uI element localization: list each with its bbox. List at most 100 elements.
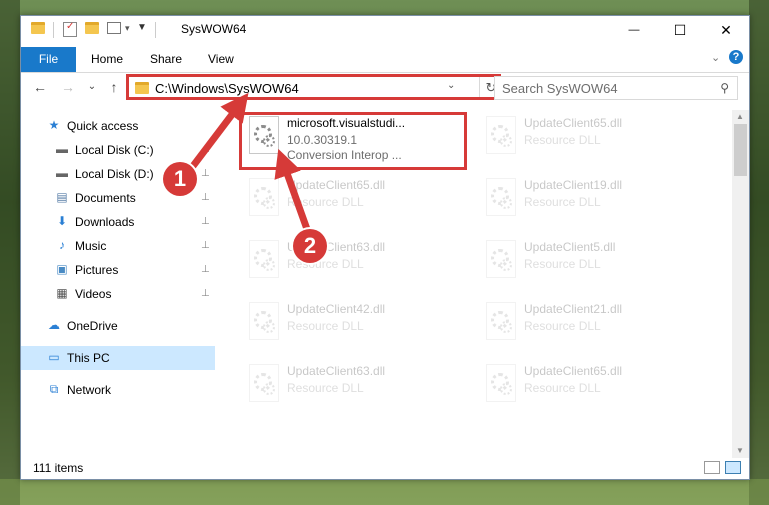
file-name: UpdateClient65.dll bbox=[287, 178, 386, 192]
sidebar-item-videos[interactable]: ▦ Videos ⊥ bbox=[21, 282, 215, 306]
help-icon[interactable]: ? bbox=[729, 50, 743, 64]
sidebar-item-downloads[interactable]: ⬇ Downloads ⊥ bbox=[21, 210, 215, 234]
divider bbox=[53, 22, 54, 38]
file-type: Resource DLL bbox=[287, 195, 364, 209]
properties-icon[interactable]: ✓ bbox=[63, 21, 77, 37]
music-icon: ♪ bbox=[59, 238, 65, 252]
divider bbox=[155, 22, 156, 38]
address-bar[interactable]: C:\Windows\SysWOW64 ⌄ bbox=[128, 76, 480, 100]
sidebar-item-music[interactable]: ♪ Music ⊥ bbox=[21, 234, 215, 258]
tab-home[interactable]: Home bbox=[91, 47, 123, 72]
file-name: UpdateClient63.dll bbox=[287, 364, 386, 378]
file-version: 10.0.30319.1 bbox=[287, 133, 358, 147]
file-tile[interactable]: UpdateClient63.dll Resource DLL bbox=[239, 360, 469, 416]
sidebar-item-network[interactable]: ⧉ Network bbox=[21, 378, 215, 402]
search-icon[interactable]: ⚲ bbox=[720, 81, 729, 95]
file-tile[interactable]: UpdateClient65.dll Resource DLL bbox=[476, 112, 706, 168]
file-tile-highlighted[interactable]: microsoft.visualstudi... 10.0.30319.1 Co… bbox=[239, 112, 469, 168]
scroll-up-icon[interactable]: ▲ bbox=[736, 112, 744, 121]
recent-locations-button[interactable]: ⌄ bbox=[83, 78, 101, 96]
sidebar-item-label: Videos bbox=[75, 287, 112, 301]
pin-icon: ⊥ bbox=[201, 168, 210, 179]
sidebar-item-label: Quick access bbox=[67, 119, 139, 133]
ribbon: File Home Share View ⌄ ? bbox=[21, 44, 749, 73]
callout-step-2: 2 bbox=[293, 229, 327, 263]
scroll-thumb[interactable] bbox=[734, 124, 747, 176]
sidebar-item-this-pc[interactable]: ▭ This PC bbox=[21, 346, 215, 370]
file-name: UpdateClient21.dll bbox=[524, 302, 623, 316]
file-type: Resource DLL bbox=[524, 195, 601, 209]
file-type: Resource DLL bbox=[524, 319, 601, 333]
close-button[interactable]: ✕ bbox=[703, 16, 749, 44]
customize-icon[interactable] bbox=[107, 22, 121, 34]
scroll-down-icon[interactable]: ▼ bbox=[736, 446, 744, 455]
minimize-button[interactable]: — bbox=[611, 16, 657, 44]
search-placeholder[interactable]: Search SysWOW64 bbox=[502, 81, 618, 96]
pin-icon: ⊥ bbox=[201, 264, 210, 275]
file-tile[interactable]: UpdateClient65.dll Resource DLL bbox=[239, 174, 469, 230]
dll-file-icon bbox=[486, 116, 516, 154]
sidebar-item-label: Local Disk (C:) bbox=[75, 143, 154, 157]
dll-file-icon bbox=[249, 302, 279, 340]
file-tile[interactable]: UpdateClient65.dll Resource DLL bbox=[476, 360, 706, 416]
file-tile[interactable]: UpdateClient42.dll Resource DLL bbox=[239, 298, 469, 354]
tab-view[interactable]: View bbox=[208, 47, 234, 72]
sidebar-item-local-disk-c[interactable]: ▬ Local Disk (C:) ⊥ bbox=[21, 138, 215, 162]
dll-file-icon bbox=[486, 302, 516, 340]
sidebar-item-onedrive[interactable]: ☁ OneDrive bbox=[21, 314, 215, 338]
new-folder-icon[interactable] bbox=[85, 22, 99, 34]
up-button[interactable]: ↑ bbox=[105, 78, 123, 96]
sidebar-item-pictures[interactable]: ▣ Pictures ⊥ bbox=[21, 258, 215, 282]
file-list: microsoft.visualstudi... 10.0.30319.1 Co… bbox=[231, 108, 733, 458]
sidebar-item-label: This PC bbox=[67, 351, 110, 365]
title-bar: ✓ ▾ ▼ SysWOW64 — ☐ ✕ bbox=[21, 16, 749, 44]
folder-icon bbox=[135, 82, 149, 94]
file-tile[interactable]: UpdateClient21.dll Resource DLL bbox=[476, 298, 706, 354]
pin-icon: ⊥ bbox=[201, 240, 210, 251]
pictures-icon: ▣ bbox=[56, 262, 68, 276]
drive-icon: ▬ bbox=[56, 166, 68, 180]
file-name: UpdateClient5.dll bbox=[524, 240, 616, 254]
sidebar-item-quick-access[interactable]: ★ Quick access bbox=[21, 114, 215, 138]
sidebar-item-label: Pictures bbox=[75, 263, 119, 277]
pin-icon: ⊥ bbox=[201, 144, 210, 155]
pin-icon: ⊥ bbox=[201, 192, 210, 203]
file-name: microsoft.visualstudi... bbox=[287, 116, 406, 130]
quick-access-toolbar-dropdown-icon[interactable]: ▼ bbox=[137, 22, 151, 34]
back-button[interactable]: ← bbox=[31, 78, 49, 96]
sidebar-item-label: OneDrive bbox=[67, 319, 118, 333]
file-type: Resource DLL bbox=[287, 319, 364, 333]
background-tree bbox=[749, 0, 769, 505]
pin-icon: ⊥ bbox=[201, 216, 210, 227]
file-description: Conversion Interop ... bbox=[287, 148, 402, 162]
file-name: UpdateClient65.dll bbox=[524, 116, 623, 130]
details-view-icon[interactable] bbox=[704, 461, 720, 474]
vertical-scrollbar[interactable]: ▲ ▼ bbox=[732, 110, 749, 458]
file-tile[interactable]: UpdateClient63.dll Resource DLL bbox=[239, 236, 469, 292]
maximize-button[interactable]: ☐ bbox=[657, 16, 703, 44]
file-type: Resource DLL bbox=[287, 381, 364, 395]
sidebar-item-label: Network bbox=[67, 383, 112, 397]
forward-button[interactable]: → bbox=[59, 78, 77, 96]
address-path[interactable]: C:\Windows\SysWOW64 bbox=[155, 81, 299, 96]
file-name: UpdateClient42.dll bbox=[287, 302, 386, 316]
tab-share[interactable]: Share bbox=[150, 47, 182, 72]
search-box[interactable]: Search SysWOW64 ⚲ bbox=[494, 76, 738, 100]
callout-step-1: 1 bbox=[163, 162, 197, 196]
dll-file-icon bbox=[249, 178, 279, 216]
file-tile[interactable]: UpdateClient19.dll Resource DLL bbox=[476, 174, 706, 230]
status-bar: 111 items bbox=[21, 457, 749, 479]
sidebar-item-label: Music bbox=[75, 239, 107, 253]
drive-icon: ▬ bbox=[56, 142, 68, 156]
sidebar-item-label: Downloads bbox=[75, 215, 135, 229]
address-dropdown-icon[interactable]: ⌄ bbox=[447, 80, 455, 91]
dll-file-icon bbox=[486, 240, 516, 278]
file-tile[interactable]: UpdateClient5.dll Resource DLL bbox=[476, 236, 706, 292]
network-icon: ⧉ bbox=[49, 382, 59, 396]
tab-file[interactable]: File bbox=[21, 47, 76, 72]
dll-file-icon bbox=[486, 364, 516, 402]
file-type: Resource DLL bbox=[524, 133, 601, 147]
expand-ribbon-icon[interactable]: ⌄ bbox=[711, 51, 720, 64]
folder-icon bbox=[31, 22, 45, 34]
large-icons-view-icon[interactable] bbox=[725, 461, 741, 474]
